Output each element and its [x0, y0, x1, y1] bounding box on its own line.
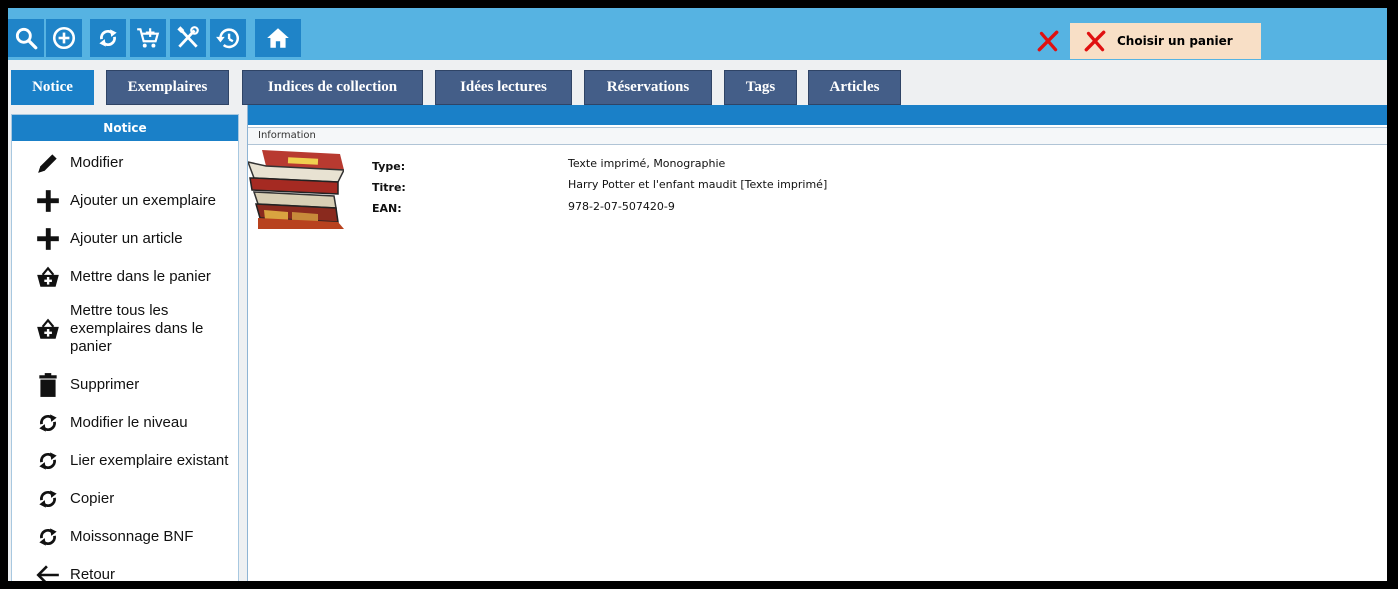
history-icon — [216, 28, 239, 49]
add-circle-icon — [52, 26, 76, 50]
home-button[interactable] — [255, 19, 301, 57]
home-icon — [267, 28, 289, 48]
tools-button[interactable] — [170, 19, 206, 57]
tab-bar: Notice Exemplaires Indices de collection… — [8, 70, 1387, 105]
sidebar-item-supprimer[interactable]: Supprimer — [12, 369, 238, 401]
sidebar-item-moissonnage-bnf[interactable]: Moissonnage BNF — [12, 521, 238, 553]
field-ean-value: 978-2-07-507420-9 — [568, 200, 675, 213]
tab-idees-lectures[interactable]: Idées lectures — [435, 70, 572, 105]
top-toolbar: Choisir un panier — [8, 8, 1387, 60]
sidebar-item-modifier[interactable]: Modifier — [12, 147, 238, 179]
main-panel: Information Type: Texte imprimé, Monogra… — [247, 105, 1387, 581]
choose-basket-label: Choisir un panier — [1117, 34, 1233, 48]
sidebar-item-label: Mettre tous les exemplaires dans le pani… — [70, 302, 204, 355]
basket-add-icon — [37, 266, 59, 287]
information-section-header: Information — [248, 127, 1387, 145]
sidebar-item-ajouter-article[interactable]: Ajouter un article — [12, 223, 238, 255]
trash-icon — [39, 373, 57, 397]
tools-icon — [177, 26, 199, 48]
sidebar-item-label: Moissonnage BNF — [70, 528, 194, 545]
sidebar-item-ajouter-exemplaire[interactable]: Ajouter un exemplaire — [12, 185, 238, 217]
sidebar-item-label: Copier — [70, 490, 115, 507]
refresh-icon — [39, 452, 57, 470]
sidebar-item-lier-exemplaire[interactable]: Lier exemplaire existant — [12, 445, 238, 477]
refresh-icon — [39, 528, 57, 546]
field-title-label: Titre: — [372, 181, 406, 194]
field-type-label: Type: — [372, 160, 406, 173]
book-stack-image — [248, 150, 344, 229]
sidebar-item-label: Ajouter un exemplaire — [70, 192, 216, 209]
sidebar-item-label: Lier exemplaire existant — [70, 452, 229, 469]
tab-reservations[interactable]: Réservations — [584, 70, 712, 105]
field-type-value: Texte imprimé, Monographie — [568, 157, 726, 170]
sidebar-item-copier[interactable]: Copier — [12, 483, 238, 515]
search-icon — [15, 27, 38, 50]
red-x-icon — [1084, 30, 1106, 52]
refresh-icon — [99, 29, 117, 47]
tab-tags[interactable]: Tags — [724, 70, 797, 105]
cart-add-icon — [137, 28, 160, 48]
cart-add-button[interactable] — [130, 19, 166, 57]
sidebar-item-label: Modifier le niveau — [70, 414, 188, 431]
sidebar-item-mettre-tous-panier[interactable]: Mettre tous les exemplaires dans le pani… — [12, 299, 238, 359]
sidebar-item-label: Retour — [70, 566, 116, 581]
sidebar: Notice Modifier Ajouter un exemplaire Aj… — [11, 114, 239, 581]
refresh-button[interactable] — [90, 19, 126, 57]
sidebar-title: Notice — [12, 115, 238, 141]
field-title-value: Harry Potter et l'enfant maudit [Texte i… — [568, 178, 828, 191]
sidebar-item-label: Modifier — [70, 154, 124, 171]
field-ean-label: EAN: — [372, 202, 402, 215]
app-window: Choisir un panier Notice Exemplaires Ind… — [8, 8, 1387, 581]
red-x-icon[interactable] — [1035, 28, 1061, 54]
plus-icon — [37, 228, 59, 250]
sidebar-item-label: Supprimer — [70, 376, 140, 393]
choose-basket-button[interactable]: Choisir un panier — [1070, 23, 1261, 59]
basket-add-icon — [37, 318, 59, 339]
refresh-icon — [39, 490, 57, 508]
search-button[interactable] — [8, 19, 44, 57]
history-button[interactable] — [210, 19, 246, 57]
pencil-icon — [38, 154, 57, 173]
plus-icon — [37, 190, 59, 212]
sidebar-item-label: Ajouter un article — [70, 230, 183, 247]
sidebar-item-modifier-niveau[interactable]: Modifier le niveau — [12, 407, 238, 439]
tab-exemplaires[interactable]: Exemplaires — [106, 70, 229, 105]
main-header-strip — [248, 105, 1387, 125]
sidebar-item-retour[interactable]: Retour — [12, 559, 238, 581]
arrow-left-icon — [36, 565, 59, 581]
refresh-icon — [39, 414, 57, 432]
tab-notice[interactable]: Notice — [11, 70, 94, 105]
tab-indices-collection[interactable]: Indices de collection — [242, 70, 423, 105]
sidebar-item-mettre-panier[interactable]: Mettre dans le panier — [12, 261, 238, 293]
tab-articles[interactable]: Articles — [808, 70, 901, 105]
add-button[interactable] — [46, 19, 82, 57]
sidebar-item-label: Mettre dans le panier — [70, 268, 211, 285]
